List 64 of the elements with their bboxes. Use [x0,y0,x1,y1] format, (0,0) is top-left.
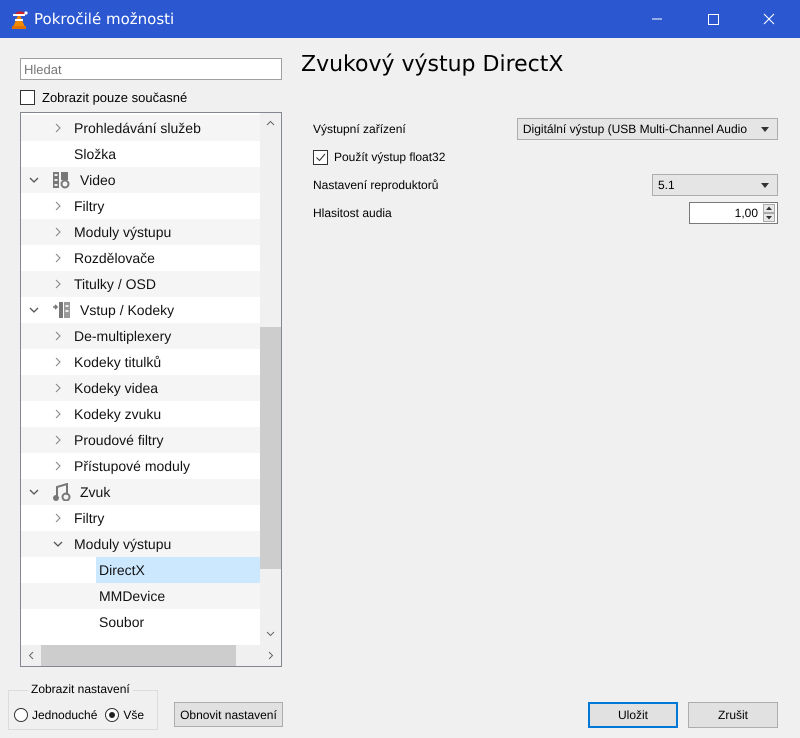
search-field[interactable]: Hledat [20,58,282,80]
tree-item[interactable]: Kodeky titulků [71,349,164,375]
checkbox-label: Použít výstup float32 [334,150,446,164]
vertical-scrollbar[interactable] [260,113,281,645]
radio-label: Vše [123,708,144,722]
dropdown[interactable]: Digitální výstup (USB Multi-Channel Audio [516,118,778,140]
tree-item[interactable]: Vstup / Kodeky [77,297,178,323]
codec-icon [52,301,71,319]
cancel-button[interactable]: Zrušit [688,702,778,728]
expand-caret-icon[interactable] [53,461,63,471]
scroll-right-icon[interactable] [268,651,274,660]
radio-label: Jednoduché [32,708,98,722]
expand-caret-icon[interactable] [53,201,63,211]
field-label: Hlasitost audia [313,206,392,220]
collapse-caret-icon[interactable] [29,487,39,497]
expand-caret-icon[interactable] [53,409,63,419]
tree-item[interactable]: Kodeky zvuku [71,401,164,427]
scroll-thumb[interactable] [41,645,236,666]
panel-title: Zvukový výstup DirectX [301,52,564,77]
tree-item[interactable]: Složka [71,141,120,167]
reset-button[interactable]: Obnovit nastavení [174,702,283,727]
radio-button[interactable] [14,708,28,722]
expand-caret-icon[interactable] [53,253,63,263]
scroll-thumb[interactable] [260,327,281,569]
dropdown-arrow-icon [761,126,769,132]
dropdown-arrow-icon [761,182,769,188]
expand-caret-icon[interactable] [53,331,63,341]
radio-button[interactable] [105,708,120,722]
tree-item[interactable]: Zvuk [77,479,114,505]
expand-caret-icon[interactable] [53,279,63,289]
field-label: Výstupní zařízení [313,122,406,136]
scroll-up-icon[interactable] [266,120,275,126]
tree-item[interactable]: Filtry [71,505,108,531]
expand-caret-icon[interactable] [53,513,63,523]
tree-item[interactable]: Video [77,167,119,193]
field-label: Nastavení reproduktorů [313,178,438,192]
checkbox[interactable] [313,150,328,164]
dropdown[interactable]: 5.1 [652,174,778,196]
scroll-left-icon[interactable] [28,651,34,660]
group-title: Zobrazit nastavení [28,682,133,696]
checkbox-label: Zobrazit pouze současné [42,90,188,104]
scroll-down-icon[interactable] [266,631,275,637]
checkbox[interactable] [20,90,35,104]
expand-caret-icon[interactable] [53,123,63,133]
expand-caret-icon[interactable] [53,227,63,237]
collapse-caret-icon[interactable] [29,305,39,315]
expand-caret-icon[interactable] [53,383,63,393]
window-title: Pokročilé možnosti [34,10,174,28]
collapse-caret-icon[interactable] [29,175,39,185]
collapse-caret-icon[interactable] [53,539,63,549]
cone-icon [10,9,28,29]
tree-item[interactable]: DirectX [96,557,260,583]
horizontal-scrollbar[interactable] [21,645,281,666]
expand-caret-icon[interactable] [53,357,63,367]
save-button[interactable]: Uložit [588,702,678,728]
number-field[interactable]: 1,00 [689,202,778,224]
expand-caret-icon[interactable] [53,435,63,445]
spin-arrows-icon[interactable] [763,204,775,222]
tree-item[interactable]: Přístupové moduly [71,453,193,479]
tree-item[interactable]: Soubor [96,609,148,635]
tree-item[interactable]: Rozdělovače [71,245,158,271]
tree-item[interactable]: Filtry [71,193,108,219]
film-icon [52,171,71,189]
music-note-icon [52,483,71,501]
